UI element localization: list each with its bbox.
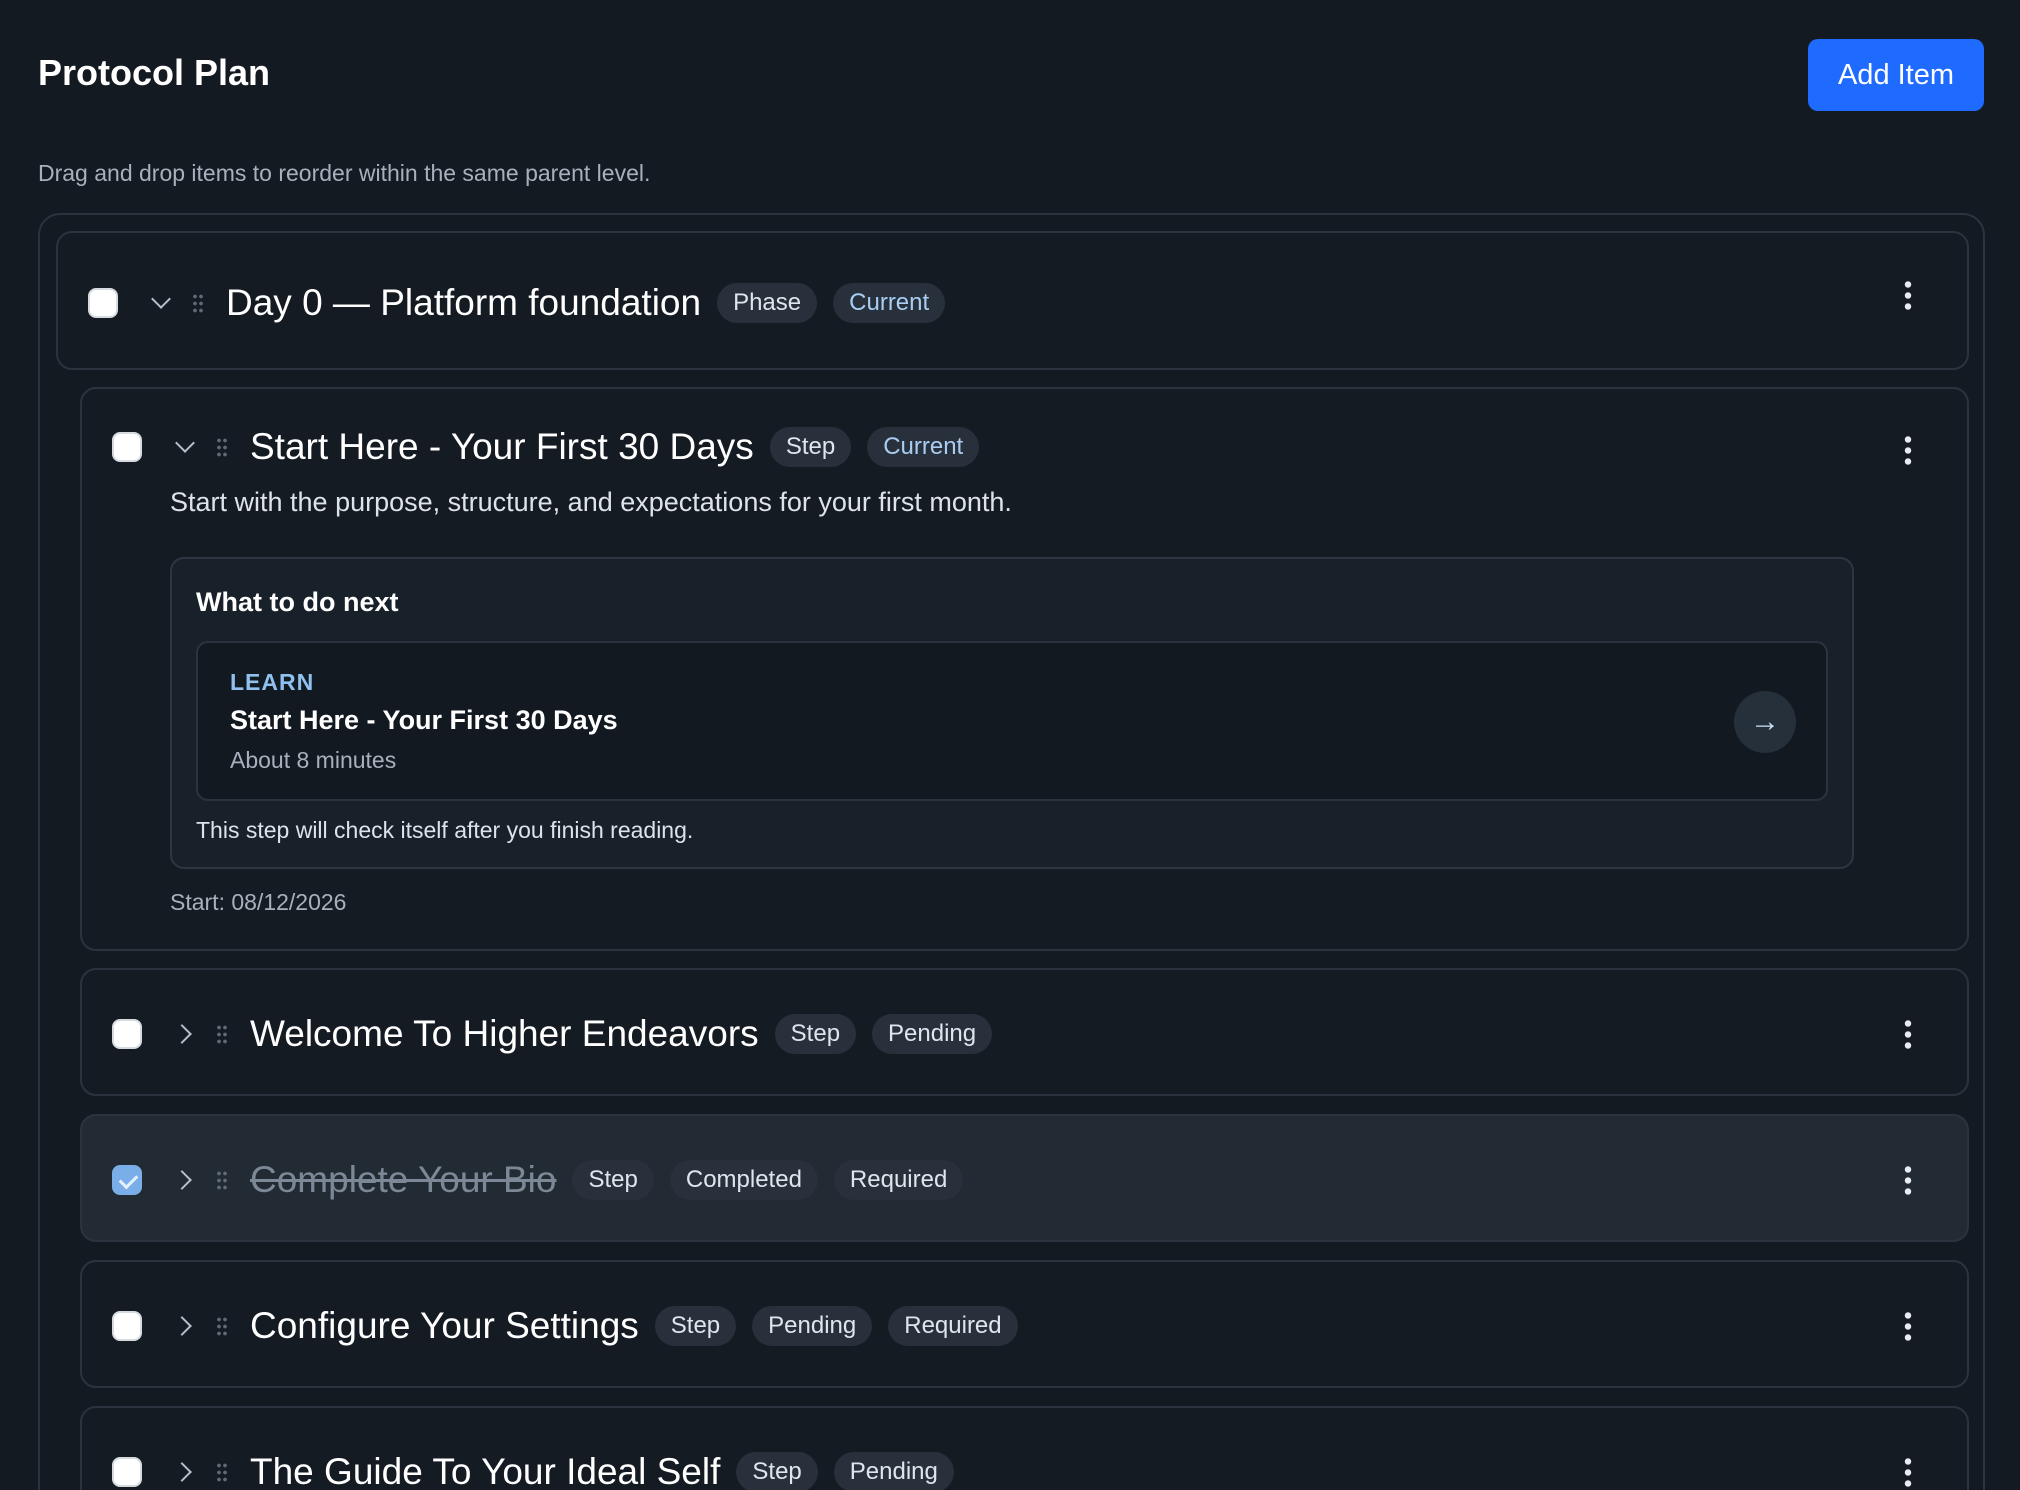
step-card[interactable]: The Guide To Your Ideal Self Step Pendin…	[80, 1406, 1969, 1490]
add-item-button[interactable]: Add Item	[1808, 39, 1984, 111]
step-title: The Guide To Your Ideal Self	[250, 1451, 721, 1490]
more-options-icon[interactable]	[1904, 1018, 1912, 1050]
chevron-down-icon[interactable]	[148, 290, 174, 316]
chevron-right-icon[interactable]	[172, 1021, 198, 1047]
phase-checkbox[interactable]	[88, 288, 118, 318]
type-badge: Step	[654, 1306, 737, 1346]
step-checkbox[interactable]	[112, 432, 142, 462]
step-card[interactable]: Configure Your Settings Step Pending Req…	[80, 1260, 1969, 1388]
drag-handle-icon[interactable]	[216, 1462, 228, 1482]
step-card[interactable]: Start Here - Your First 30 Days Step Cur…	[80, 387, 1969, 951]
chevron-right-icon[interactable]	[172, 1459, 198, 1485]
more-options-icon[interactable]	[1904, 279, 1912, 311]
status-badge: Pending	[833, 1452, 954, 1490]
drag-handle-icon[interactable]	[216, 1024, 228, 1044]
step-checkbox[interactable]	[112, 1019, 142, 1049]
auto-check-note: This step will check itself after you fi…	[196, 817, 694, 843]
learn-kicker: LEARN	[230, 669, 315, 695]
type-badge: Step	[769, 427, 852, 467]
step-card[interactable]: Welcome To Higher Endeavors Step Pending	[80, 968, 1969, 1096]
step-title: Complete Your Bio	[250, 1159, 557, 1200]
step-checkbox[interactable]	[112, 1311, 142, 1341]
type-badge: Step	[572, 1160, 654, 1200]
step-title: Welcome To Higher Endeavors	[250, 1013, 759, 1054]
status-badge: Current	[833, 283, 946, 323]
drag-handle-icon[interactable]	[216, 437, 228, 457]
start-date: Start: 08/12/2026	[170, 889, 347, 915]
protocol-tree: Day 0 — Platform foundation Phase Curren…	[38, 213, 1985, 1490]
arrow-right-icon[interactable]: →	[1734, 691, 1796, 753]
next-action-panel: What to do next LEARN Start Here - Your …	[170, 557, 1854, 869]
phase-title: Day 0 — Platform foundation	[226, 282, 702, 323]
learn-title: Start Here - Your First 30 Days	[230, 705, 618, 735]
page-subtitle: Drag and drop items to reorder within th…	[38, 160, 651, 186]
more-options-icon[interactable]	[1904, 1310, 1912, 1342]
drag-handle-icon[interactable]	[192, 293, 204, 313]
step-title: Start Here - Your First 30 Days	[250, 426, 754, 467]
step-checkbox-checked[interactable]	[112, 1165, 142, 1195]
step-title: Configure Your Settings	[250, 1305, 639, 1346]
status-badge: Pending	[872, 1014, 993, 1054]
status-badge: Completed	[669, 1160, 818, 1200]
phase-card[interactable]: Day 0 — Platform foundation Phase Curren…	[56, 231, 1969, 370]
page-title: Protocol Plan	[38, 52, 271, 93]
status-badge: Pending	[752, 1306, 873, 1346]
chevron-right-icon[interactable]	[172, 1313, 198, 1339]
learn-duration: About 8 minutes	[230, 747, 397, 773]
status-badge: Current	[867, 427, 980, 467]
type-badge: Step	[736, 1452, 818, 1490]
step-checkbox[interactable]	[112, 1457, 142, 1487]
drag-handle-icon[interactable]	[216, 1316, 228, 1336]
learn-card[interactable]: LEARN Start Here - Your First 30 Days Ab…	[196, 641, 1828, 801]
more-options-icon[interactable]	[1904, 1456, 1912, 1488]
chevron-down-icon[interactable]	[172, 434, 198, 460]
next-action-heading: What to do next	[196, 587, 399, 617]
required-badge: Required	[888, 1306, 1018, 1346]
more-options-icon[interactable]	[1904, 434, 1912, 466]
more-options-icon[interactable]	[1904, 1164, 1912, 1196]
type-badge: Step	[774, 1014, 857, 1054]
type-badge: Phase	[717, 283, 818, 323]
page-header: Protocol Plan Add Item Drag and drop ite…	[0, 0, 2020, 186]
step-card[interactable]: Complete Your Bio Step Completed Require…	[80, 1114, 1969, 1242]
required-badge: Required	[833, 1160, 964, 1200]
step-description: Start with the purpose, structure, and e…	[170, 487, 1012, 517]
chevron-right-icon[interactable]	[172, 1167, 198, 1193]
drag-handle-icon[interactable]	[216, 1170, 228, 1190]
